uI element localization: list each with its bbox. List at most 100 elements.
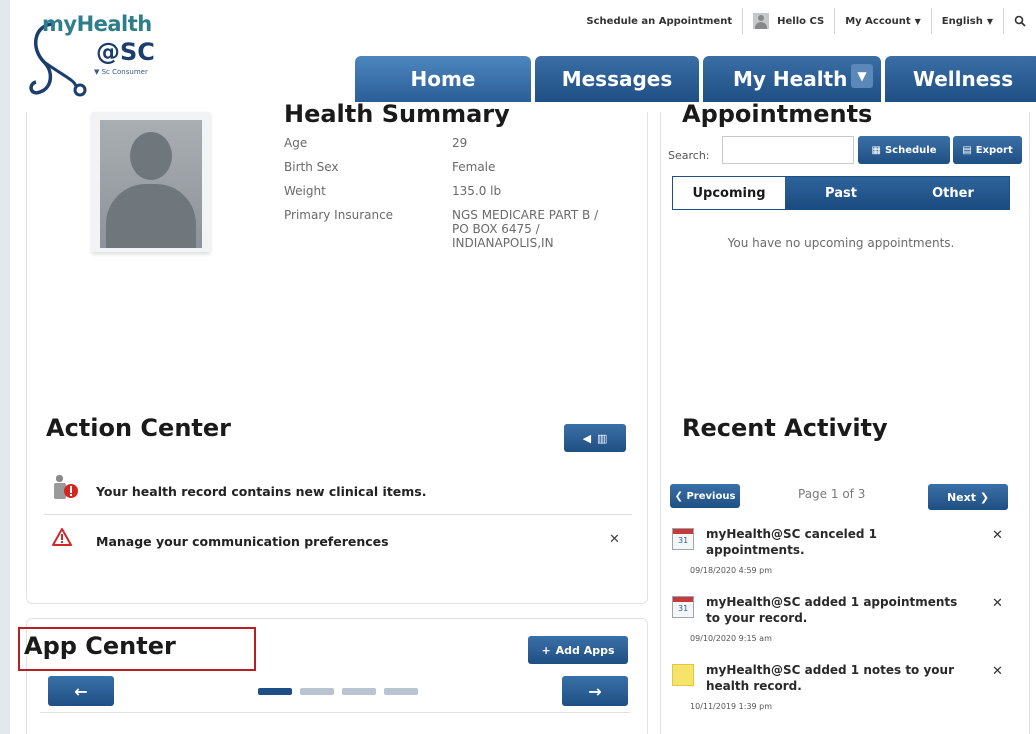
logo-text-main: myHealth bbox=[42, 12, 152, 36]
avatar bbox=[753, 13, 770, 29]
divider bbox=[40, 712, 630, 713]
export-button[interactable]: ▤ Export bbox=[953, 136, 1022, 164]
carousel-dot[interactable] bbox=[300, 688, 334, 695]
close-icon[interactable]: ✕ bbox=[992, 528, 1003, 543]
my-account-menu[interactable]: My Account ▼ bbox=[834, 8, 931, 34]
carousel-next-button[interactable]: → bbox=[562, 676, 628, 706]
chevron-down-icon[interactable]: ▼ bbox=[851, 64, 873, 88]
insurance-value: NGS MEDICARE PART B / PO BOX 6475 / INDI… bbox=[452, 208, 652, 250]
empty-appointments-message: You have no upcoming appointments. bbox=[727, 236, 955, 250]
activity-date: 10/11/2019 1:39 pm bbox=[690, 702, 773, 711]
next-page-button[interactable]: Next ❯ bbox=[928, 484, 1008, 510]
language-menu[interactable]: English ▼ bbox=[930, 8, 1003, 34]
tab-my-health-label: My Health bbox=[733, 67, 848, 91]
calendar-icon: ▦ bbox=[871, 144, 881, 156]
tab-other[interactable]: Other bbox=[897, 177, 1009, 209]
birth-sex-value: Female bbox=[452, 160, 496, 174]
action-item-communication[interactable]: Manage your communication preferences bbox=[96, 534, 389, 549]
activity-text: myHealth@SC added 1 notes to your health… bbox=[706, 663, 955, 693]
carousel-prev-button[interactable]: ← bbox=[48, 676, 114, 706]
user-greeting[interactable]: Hello CS bbox=[742, 8, 834, 34]
schedule-label: Schedule bbox=[884, 144, 937, 156]
activity-item[interactable]: myHealth@SC added 1 notes to your health… bbox=[672, 662, 1022, 716]
activity-item[interactable]: myHealth@SC added 1 appointments to your… bbox=[672, 594, 1022, 648]
activity-item[interactable]: myHealth@SC canceled 1 appointments. 09/… bbox=[672, 526, 1022, 580]
activity-date: 09/10/2020 9:15 am bbox=[690, 634, 772, 643]
appointments-search-input[interactable] bbox=[722, 136, 854, 164]
chevron-left-icon: ◀ bbox=[582, 431, 592, 445]
avatar-placeholder-icon bbox=[100, 120, 202, 248]
search-button[interactable] bbox=[1003, 8, 1036, 34]
birth-sex-label: Birth Sex bbox=[284, 160, 339, 174]
tab-past[interactable]: Past bbox=[785, 177, 897, 209]
profile-photo[interactable] bbox=[92, 112, 210, 252]
header: myHealth @SC ▼ Sc Consumer Schedule an A… bbox=[10, 0, 1036, 112]
carousel-indicator bbox=[258, 688, 418, 695]
export-label: Export bbox=[975, 144, 1013, 156]
appointments-title: Appointments bbox=[682, 100, 873, 128]
carousel-dot[interactable] bbox=[258, 688, 292, 695]
insurance-line: INDIANAPOLIS,IN bbox=[452, 236, 554, 250]
greeting-text: Hello CS bbox=[777, 15, 825, 27]
chevron-down-icon: ▼ bbox=[986, 16, 993, 26]
note-icon bbox=[672, 664, 694, 686]
recent-activity-title: Recent Activity bbox=[682, 414, 888, 442]
left-rail bbox=[0, 0, 10, 734]
age-label: Age bbox=[284, 136, 308, 150]
calendar-icon bbox=[672, 528, 694, 550]
tab-upcoming[interactable]: Upcoming bbox=[673, 177, 785, 209]
schedule-appointment-link[interactable]: Schedule an Appointment bbox=[576, 8, 742, 34]
carousel-dot[interactable] bbox=[384, 688, 418, 695]
action-center-toggle-button[interactable]: ◀ ▥ bbox=[564, 424, 626, 452]
logo-tagline: ▼ Sc Consumer bbox=[94, 68, 148, 76]
action-item-clinical[interactable]: Your health record contains new clinical… bbox=[96, 484, 427, 499]
insurance-label: Primary Insurance bbox=[284, 208, 394, 222]
insurance-line: NGS MEDICARE PART B / bbox=[452, 208, 599, 222]
tab-wellness[interactable]: Wellness bbox=[885, 56, 1036, 102]
clinical-record-icon bbox=[54, 475, 78, 499]
chevron-down-icon: ▼ bbox=[914, 16, 921, 26]
tab-messages[interactable]: Messages bbox=[535, 56, 699, 102]
tab-home[interactable]: Home bbox=[355, 56, 531, 102]
insurance-line: PO BOX 6475 / bbox=[452, 222, 540, 236]
age-value: 29 bbox=[452, 136, 468, 150]
add-apps-label: Add Apps bbox=[555, 643, 615, 657]
language-label: English bbox=[941, 15, 983, 27]
arrow-left-icon: ← bbox=[74, 681, 88, 701]
add-apps-button[interactable]: + Add Apps bbox=[528, 636, 628, 664]
chevron-left-icon: ❮ bbox=[674, 490, 687, 502]
activity-date: 09/18/2020 4:59 pm bbox=[690, 566, 773, 575]
top-links: Schedule an Appointment Hello CS My Acco… bbox=[576, 6, 1036, 36]
pagination-status: Page 1 of 3 bbox=[798, 487, 866, 501]
previous-page-button[interactable]: ❮ Previous bbox=[670, 484, 740, 508]
search-icon bbox=[1014, 15, 1026, 27]
main-nav: Home Messages My Health ▼ Wellness bbox=[355, 56, 1036, 102]
close-icon[interactable]: ✕ bbox=[992, 596, 1003, 611]
activity-text: myHealth@SC canceled 1 appointments. bbox=[706, 527, 877, 557]
carousel-dot[interactable] bbox=[342, 688, 376, 695]
tab-my-health[interactable]: My Health ▼ bbox=[703, 56, 881, 102]
action-center-title: Action Center bbox=[46, 414, 231, 442]
myhealth-logo[interactable]: myHealth @SC ▼ Sc Consumer bbox=[24, 6, 214, 106]
trash-icon: ▥ bbox=[597, 431, 608, 445]
save-icon: ▤ bbox=[962, 144, 972, 156]
appointment-tabs: Upcoming Past Other bbox=[672, 176, 1010, 210]
warning-icon bbox=[52, 528, 72, 546]
next-label: Next bbox=[946, 490, 976, 504]
divider bbox=[44, 514, 632, 515]
activity-text: myHealth@SC added 1 appointments to your… bbox=[706, 595, 958, 625]
previous-label: Previous bbox=[686, 490, 736, 502]
schedule-button[interactable]: ▦ Schedule bbox=[858, 136, 950, 164]
health-summary-title: Health Summary bbox=[284, 100, 510, 128]
calendar-icon bbox=[672, 596, 694, 618]
arrow-right-icon: → bbox=[588, 681, 602, 701]
chevron-right-icon: ❯ bbox=[975, 490, 990, 504]
weight-label: Weight bbox=[284, 184, 326, 198]
close-icon[interactable]: ✕ bbox=[609, 532, 620, 547]
app-center-title: App Center bbox=[24, 632, 176, 660]
weight-value: 135.0 lb bbox=[452, 184, 502, 198]
search-label: Search: bbox=[668, 149, 710, 162]
logo-text-sub: @SC bbox=[96, 38, 155, 66]
plus-icon: + bbox=[541, 643, 551, 657]
close-icon[interactable]: ✕ bbox=[992, 664, 1003, 679]
